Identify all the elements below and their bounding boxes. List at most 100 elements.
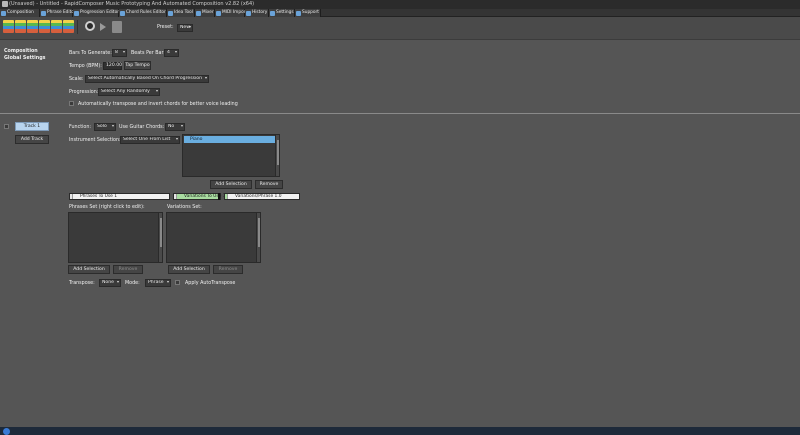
section-title-global-settings: Global Settings bbox=[4, 56, 46, 61]
os-taskbar bbox=[0, 427, 800, 435]
export-icon[interactable] bbox=[112, 21, 122, 33]
auto-transpose-checkbox[interactable] bbox=[69, 101, 74, 106]
add-track-button[interactable]: Add Track bbox=[15, 135, 49, 144]
tab-history[interactable]: History bbox=[245, 9, 269, 17]
regenerate-icon[interactable] bbox=[27, 20, 38, 33]
tempo-label: Tempo (BPM): bbox=[69, 64, 102, 69]
decrement-icon[interactable] bbox=[70, 194, 73, 199]
tab-progression-editor[interactable]: Progression Editor bbox=[73, 9, 119, 17]
tab-chord-rules-editor[interactable]: Chord Rules Editor bbox=[119, 9, 167, 17]
phrases-set-label: Phrases Set (right click to edit): bbox=[69, 205, 145, 210]
section-divider bbox=[0, 113, 800, 114]
phrase-icon bbox=[41, 10, 46, 16]
progression-dropdown[interactable]: Select Any Randomly bbox=[98, 88, 160, 96]
tab-support[interactable]: Support bbox=[295, 9, 321, 17]
generate-chords-icon[interactable] bbox=[63, 20, 74, 33]
bars-label: Bars To Generate: bbox=[69, 51, 112, 56]
mixer-icon bbox=[196, 10, 201, 16]
phrases-list-scrollbar[interactable] bbox=[158, 213, 162, 262]
instrument-list-item[interactable]: Piano bbox=[184, 136, 275, 143]
scale-dropdown[interactable]: Select Automatically Based On Chord Prog… bbox=[85, 75, 209, 83]
tap-tempo-button[interactable]: Tap Tempo bbox=[124, 61, 151, 70]
generate-all-icon[interactable] bbox=[3, 20, 14, 33]
guitar-chords-label: Use Guitar Chords: bbox=[119, 125, 165, 130]
chevron-down-icon bbox=[167, 281, 169, 283]
preset-label: Preset: bbox=[157, 25, 174, 30]
instrument-add-selection-button[interactable]: Add Selection bbox=[210, 180, 252, 189]
variations-remove-button[interactable]: Remove bbox=[213, 265, 243, 274]
chevron-down-icon bbox=[189, 26, 191, 28]
tab-bar: Composition Phrase Editor Progression Ed… bbox=[0, 9, 800, 17]
scrollbar-thumb[interactable] bbox=[257, 218, 260, 248]
instrument-dropdown[interactable]: Select One From List bbox=[120, 136, 180, 144]
tempo-input[interactable]: 120.00 bbox=[103, 62, 122, 70]
mode-label: Mode: bbox=[125, 281, 140, 286]
title-bar: (Unsaved) - Untitled - RapidComposer Mus… bbox=[0, 0, 800, 9]
track-1-checkbox[interactable] bbox=[4, 124, 9, 129]
instrument-remove-button[interactable]: Remove bbox=[255, 180, 283, 189]
tab-settings[interactable]: Settings bbox=[269, 9, 295, 17]
loop-icon[interactable] bbox=[85, 21, 95, 31]
decrement-icon[interactable] bbox=[174, 194, 177, 199]
progression-icon bbox=[74, 10, 79, 16]
chevron-down-icon bbox=[175, 51, 177, 53]
history-icon bbox=[246, 10, 251, 16]
start-icon[interactable] bbox=[3, 427, 10, 435]
instrument-list[interactable]: Piano bbox=[182, 134, 280, 177]
variations-set-list[interactable] bbox=[166, 212, 261, 263]
variations-to-use-spinner[interactable]: Variations To Use 7 bbox=[173, 193, 226, 200]
beats-dropdown[interactable]: 4 bbox=[164, 49, 179, 57]
chevron-down-icon bbox=[176, 138, 178, 140]
generate-variation-icon[interactable] bbox=[39, 20, 50, 33]
phrases-add-selection-button[interactable]: Add Selection bbox=[68, 265, 110, 274]
instrument-label: Instrument Selection: bbox=[69, 138, 121, 143]
instrument-list-scrollbar[interactable] bbox=[275, 135, 279, 176]
chord-rules-icon bbox=[120, 10, 125, 16]
play-icon[interactable] bbox=[100, 23, 106, 31]
mode-dropdown[interactable]: Phrase bbox=[145, 279, 171, 287]
generate-phrase-icon[interactable] bbox=[51, 20, 62, 33]
midi-icon bbox=[216, 10, 221, 16]
variations-add-selection-button[interactable]: Add Selection bbox=[168, 265, 210, 274]
section-title-composition: Composition bbox=[4, 49, 38, 54]
support-icon bbox=[296, 10, 301, 16]
apply-autotranspose-checkbox[interactable] bbox=[175, 280, 180, 285]
transpose-label: Transpose: bbox=[69, 281, 95, 286]
chevron-down-icon bbox=[117, 281, 119, 283]
function-dropdown[interactable]: Solo bbox=[94, 123, 116, 131]
variations-list-scrollbar[interactable] bbox=[256, 213, 260, 262]
scrollbar-thumb[interactable] bbox=[159, 218, 162, 248]
progression-label: Progression: bbox=[69, 90, 99, 95]
variations-set-label: Variations Set: bbox=[167, 205, 202, 210]
phrases-remove-button[interactable]: Remove bbox=[113, 265, 143, 274]
tab-idea-tool[interactable]: Idea Tool bbox=[167, 9, 195, 17]
tab-mixer[interactable]: Mixer bbox=[195, 9, 215, 17]
chevron-down-icon bbox=[123, 51, 125, 53]
chevron-down-icon bbox=[181, 125, 183, 127]
auto-transpose-label: Automatically transpose and invert chord… bbox=[78, 102, 238, 107]
generate-track-icon[interactable] bbox=[15, 20, 26, 33]
tab-phrase-editor[interactable]: Phrase Editor bbox=[40, 9, 76, 17]
guitar-chords-dropdown[interactable]: No bbox=[165, 123, 185, 131]
spinner-handle[interactable] bbox=[218, 193, 220, 200]
idea-icon bbox=[168, 10, 173, 16]
apply-autotranspose-label: Apply AutoTranspose bbox=[185, 281, 236, 286]
chevron-down-icon bbox=[112, 125, 114, 127]
decrement-icon[interactable] bbox=[225, 194, 228, 199]
scale-label: Scale: bbox=[69, 77, 84, 82]
toolbar-separator bbox=[77, 20, 78, 34]
settings-icon bbox=[270, 10, 275, 16]
preset-dropdown[interactable]: New bbox=[177, 24, 193, 32]
transpose-dropdown[interactable]: None bbox=[99, 279, 121, 287]
tab-composition[interactable]: Composition bbox=[0, 9, 40, 17]
scrollbar-thumb[interactable] bbox=[276, 140, 279, 165]
phrases-to-use-spinner[interactable]: Phrases To Use 1 bbox=[69, 193, 170, 200]
chevron-down-icon bbox=[205, 77, 207, 79]
variations-per-phrase-spinner[interactable]: Variations/Phrase 1.0 bbox=[224, 193, 300, 200]
beats-label: Beats Per Bar: bbox=[131, 51, 165, 56]
composition-icon bbox=[1, 10, 6, 16]
tab-midi-import[interactable]: MIDI Import bbox=[215, 9, 247, 17]
bars-dropdown[interactable]: 8 bbox=[112, 49, 127, 57]
phrases-set-list[interactable] bbox=[68, 212, 163, 263]
track-1-button[interactable]: Track 1 bbox=[15, 122, 49, 131]
